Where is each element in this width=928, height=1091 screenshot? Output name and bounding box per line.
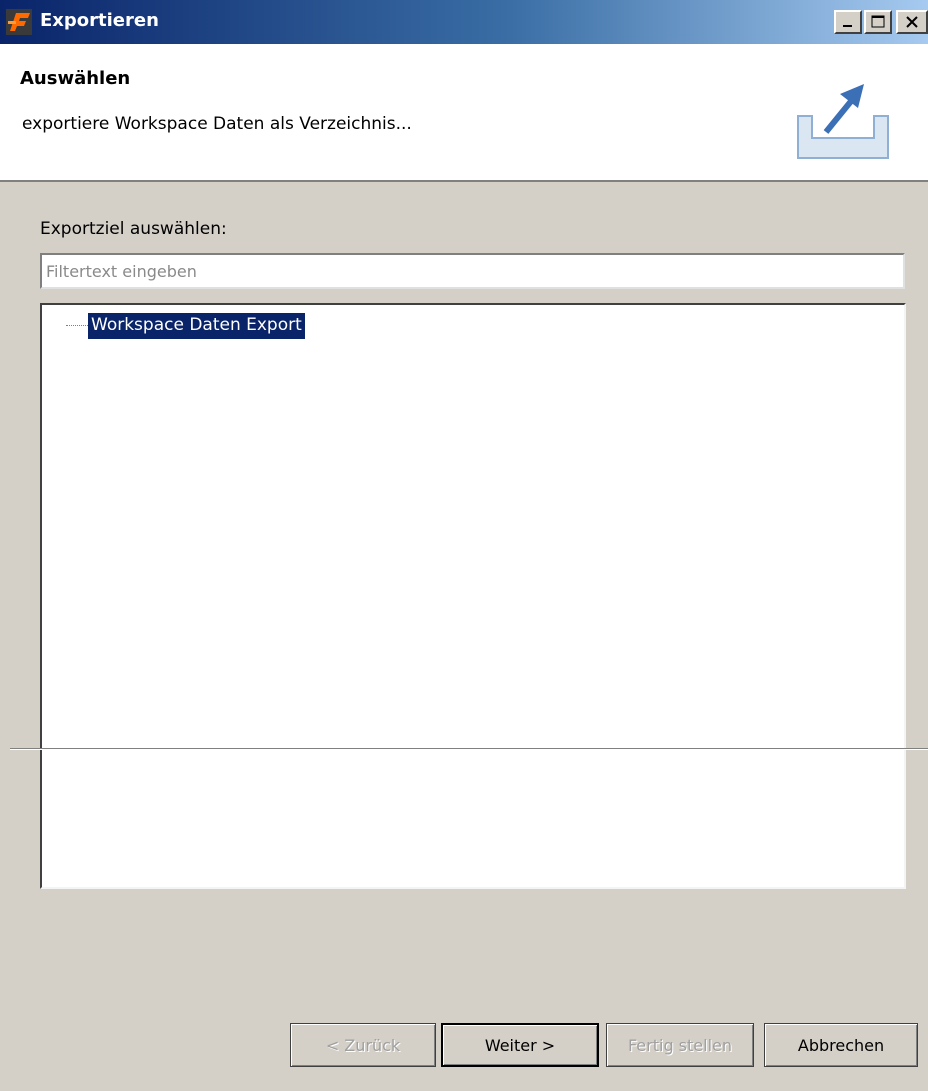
close-button[interactable] [896,10,928,34]
wizard-page-description: exportiere Workspace Daten als Verzeichn… [22,114,412,134]
title-bar[interactable]: Exportieren [0,0,928,44]
export-tray-arrow-icon [797,84,889,159]
tree-item-label[interactable]: Workspace Daten Export [88,313,305,339]
wizard-page-title: Auswählen [20,68,131,89]
filter-input[interactable] [40,253,905,289]
close-icon [906,16,918,28]
button-bar-separator [10,748,928,750]
maximize-icon [871,15,885,28]
minimize-icon [843,25,852,27]
next-button[interactable]: Weiter > [441,1023,599,1067]
app-logo-icon [6,9,32,35]
back-button[interactable]: < Zurück [290,1023,436,1067]
export-target-label: Exportziel auswählen: [40,219,227,239]
export-wizard-tree[interactable]: Workspace Daten Export [40,303,906,889]
window-title: Exportieren [40,10,159,31]
cancel-button[interactable]: Abbrechen [764,1023,918,1067]
tree-connector-line [66,325,88,326]
wizard-header: Auswählen exportiere Workspace Daten als… [0,44,928,182]
finish-button[interactable]: Fertig stellen [606,1023,754,1067]
minimize-button[interactable] [834,10,862,34]
maximize-button[interactable] [864,10,892,34]
